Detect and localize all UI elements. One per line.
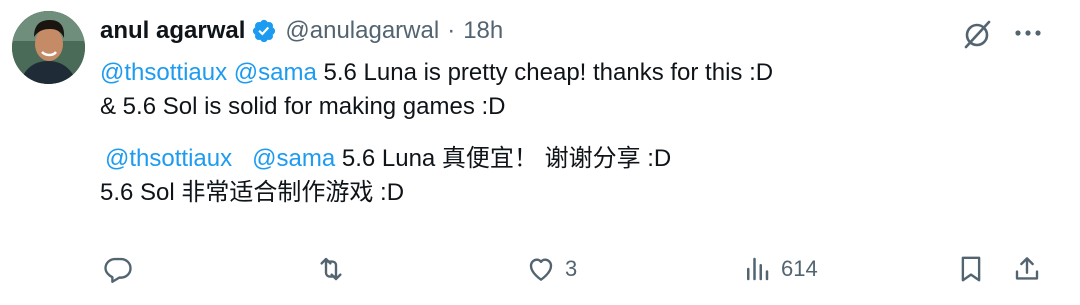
more-options-button[interactable]: [1011, 21, 1045, 45]
heart-icon: [529, 258, 553, 281]
tweet-line: 5.6 Sol 非常适合制作游戏 :D: [100, 179, 405, 206]
grok-icon: [964, 20, 991, 49]
bookmark-icon: [961, 256, 981, 282]
repost-button[interactable]: [316, 254, 355, 284]
like-button[interactable]: 3: [526, 254, 577, 284]
avatar[interactable]: [12, 11, 85, 84]
separator-dot: ·: [447, 17, 456, 44]
repost-icon: [320, 257, 342, 281]
tweet-text-chinese: @thsottiaux @sama 5.6 Luna 真便宜！ 谢谢分享 :D …: [100, 142, 671, 210]
share-button[interactable]: [1012, 254, 1042, 284]
bookmark-button[interactable]: [956, 254, 986, 284]
reply-button[interactable]: [103, 254, 142, 284]
tweet-line: @thsottiaux @sama 5.6 Luna is pretty che…: [100, 56, 773, 90]
tweet-line-text: 5.6 Luna 真便宜！ 谢谢分享 :D: [335, 145, 672, 172]
mention-link[interactable]: @thsottiaux: [100, 59, 227, 86]
tweet-header: anul agarwal @anulagarwal · 18h: [100, 14, 503, 48]
author-name[interactable]: anul agarwal: [100, 17, 245, 45]
views-button[interactable]: 614: [742, 254, 818, 284]
share-icon: [1015, 257, 1039, 280]
mention-link[interactable]: @sama: [234, 59, 317, 86]
timestamp[interactable]: 18h: [463, 17, 503, 45]
grok-button[interactable]: [959, 16, 995, 52]
author-handle[interactable]: @anulagarwal: [285, 17, 439, 45]
like-count: 3: [565, 256, 578, 281]
reply-icon: [104, 257, 132, 283]
tweet-line: @thsottiaux @sama 5.6 Luna 真便宜！ 谢谢分享 :D: [100, 142, 671, 176]
verified-badge-icon: [253, 19, 276, 43]
views-count: 614: [781, 256, 818, 281]
tweet-line-text: 5.6 Luna is pretty cheap! thanks for thi…: [316, 59, 774, 86]
avatar-image: [12, 11, 85, 84]
tweet-line: & 5.6 Sol is solid for making games :D: [100, 93, 506, 120]
more-icon: [1015, 30, 1041, 36]
tweet-text-english: @thsottiaux @sama 5.6 Luna is pretty che…: [100, 56, 773, 124]
mention-link[interactable]: @thsottiaux: [105, 145, 232, 172]
mention-link[interactable]: @sama: [252, 145, 335, 172]
views-icon: [747, 257, 769, 281]
action-bar: 3 614: [0, 248, 1080, 292]
